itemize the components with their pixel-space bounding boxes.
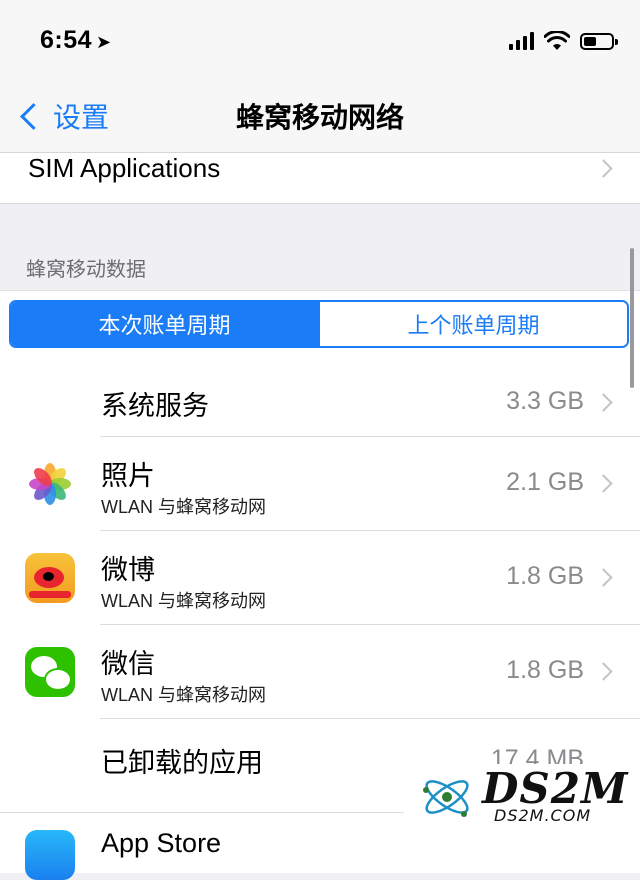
- watermark-subtext: DS2M.COM: [494, 806, 592, 825]
- row-subtitle: WLAN 与蜂窝移动网: [101, 685, 267, 705]
- list-item-photos[interactable]: 照片 WLAN 与蜂窝移动网 2.1 GB: [0, 437, 640, 531]
- row-title: 照片: [101, 461, 155, 491]
- status-bar: 6:54 ➤: [0, 0, 640, 80]
- row-title: 微信: [101, 649, 155, 679]
- row-title: 系统服务: [101, 391, 209, 421]
- weibo-icon: [25, 553, 75, 603]
- sim-applications-cell[interactable]: SIM Applications: [0, 153, 640, 204]
- row-value: 1.8 GB: [506, 562, 584, 590]
- chevron-right-icon: [594, 159, 613, 178]
- watermark: DS2M DS2M.COM: [404, 764, 640, 831]
- segment-current-period[interactable]: 本次账单周期: [11, 302, 318, 346]
- billing-period-control-area: 本次账单周期 上个账单周期: [0, 290, 640, 363]
- status-time: 6:54 ➤: [40, 26, 112, 55]
- row-title: 微博: [101, 555, 155, 585]
- clock: 6:54: [40, 26, 93, 54]
- row-value: 3.3 GB: [506, 387, 584, 415]
- scroll-indicator: [630, 248, 634, 388]
- chevron-right-icon: [594, 393, 613, 412]
- sim-applications-label: SIM Applications: [28, 153, 221, 183]
- row-subtitle: WLAN 与蜂窝移动网: [101, 497, 267, 517]
- photos-icon: [25, 459, 75, 509]
- atom-logo-icon: [423, 780, 469, 817]
- battery-icon: [580, 32, 618, 50]
- page-title: 蜂窝移动网络: [235, 102, 404, 133]
- list-item-system-services[interactable]: 系统服务 3.3 GB: [0, 362, 640, 437]
- wechat-icon: [25, 647, 75, 697]
- row-title: 已卸载的应用: [101, 748, 263, 778]
- app-store-icon: [25, 830, 75, 880]
- battery-level: [584, 36, 596, 46]
- cellular-signal-icon: [509, 32, 534, 50]
- status-icons: [509, 30, 618, 52]
- location-arrow-icon: ➤: [96, 32, 112, 52]
- chevron-right-icon: [594, 662, 613, 681]
- chevron-right-icon: [594, 474, 613, 493]
- segment-previous-period[interactable]: 上个账单周期: [318, 302, 627, 346]
- billing-period-segmented-control: 本次账单周期 上个账单周期: [9, 300, 629, 348]
- wifi-icon: [544, 31, 570, 50]
- row-title: App Store: [101, 828, 222, 858]
- list-item-weibo[interactable]: 微博 WLAN 与蜂窝移动网 1.8 GB: [0, 531, 640, 625]
- chevron-right-icon: [594, 568, 613, 587]
- row-value: 2.1 GB: [506, 468, 584, 496]
- list-item-wechat[interactable]: 微信 WLAN 与蜂窝移动网 1.8 GB: [0, 625, 640, 719]
- row-subtitle: WLAN 与蜂窝移动网: [101, 591, 267, 611]
- row-value: 1.8 GB: [506, 656, 584, 684]
- section-header: 蜂窝移动数据: [26, 259, 146, 281]
